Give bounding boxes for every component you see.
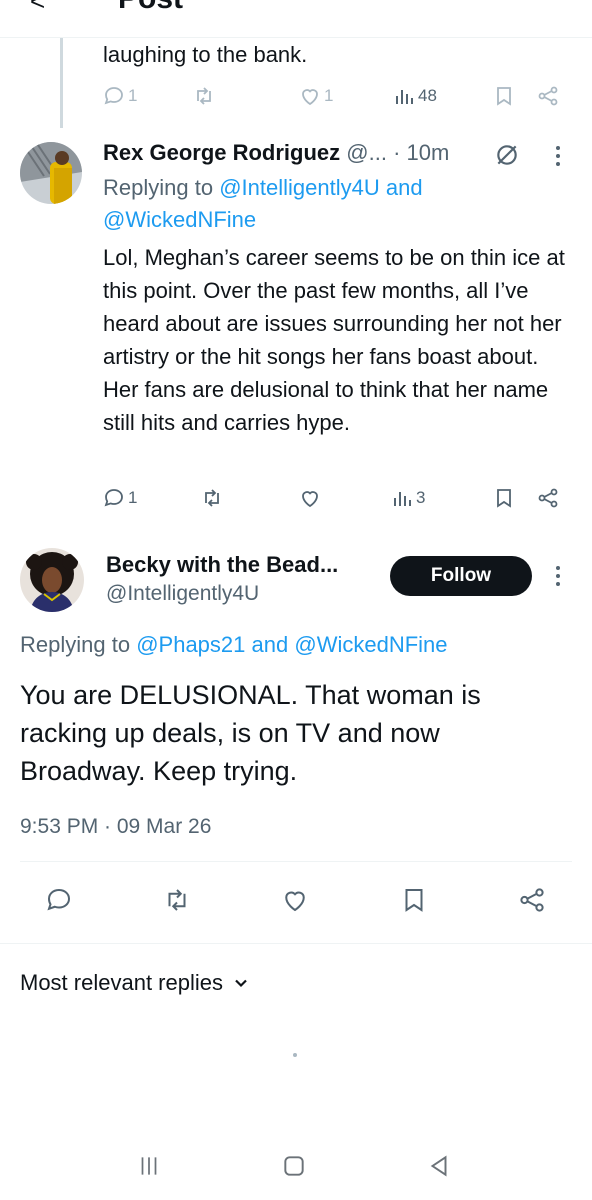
nav-home-icon — [284, 1156, 304, 1176]
reply-icon — [104, 489, 123, 507]
author-name[interactable]: Rex George Rodriguez — [103, 140, 340, 165]
mention-link[interactable]: @Phaps21 — [136, 632, 245, 657]
like-icon — [302, 491, 318, 508]
like-icon — [285, 891, 305, 912]
post-timestamp[interactable]: 9:53 PM · 09 Mar 26 — [20, 815, 211, 839]
retweet-icon — [168, 889, 186, 911]
retweet-button[interactable] — [162, 885, 192, 920]
main-author-name[interactable]: Becky with the Bead... — [106, 552, 338, 578]
reply-count: 1 — [128, 488, 138, 507]
thread-line — [60, 38, 63, 128]
replying-label: Replying to — [20, 632, 131, 657]
reply-actions: 1 3 — [100, 486, 570, 516]
divider — [0, 943, 592, 944]
nav-home-button[interactable] — [281, 1153, 307, 1184]
grok-icon[interactable] — [494, 142, 520, 168]
nav-recents-icon — [141, 1157, 157, 1175]
reply-button[interactable]: 1 — [102, 486, 137, 510]
reply-button[interactable]: 1 — [102, 84, 137, 108]
bookmark-icon — [405, 889, 423, 912]
reply-header: Rex George Rodriguez @... · 10m — [103, 140, 449, 166]
share-icon — [538, 488, 558, 508]
bookmark-button[interactable] — [492, 84, 516, 108]
divider — [20, 861, 572, 862]
and-text: and — [385, 175, 423, 200]
main-replying-to: Replying to @Phaps21 and @WickedNFine — [20, 632, 448, 658]
main-tweet-text: You are DELUSIONAL. That woman is rackin… — [20, 680, 481, 786]
author-handle[interactable]: @... — [346, 140, 387, 165]
reply-text: Lol, Meghan’s career seems to be on thin… — [103, 245, 565, 435]
mention-link[interactable]: @WickedNFine — [294, 632, 447, 657]
system-nav-bar — [0, 1135, 592, 1200]
like-button[interactable] — [298, 486, 322, 510]
views-count: 3 — [416, 488, 426, 507]
like-button[interactable] — [280, 885, 310, 920]
bookmark-icon — [497, 87, 511, 106]
bookmark-button[interactable] — [399, 885, 429, 920]
views-count: 48 — [418, 86, 437, 105]
like-count: 1 — [324, 86, 334, 105]
previous-tweet-actions: 1 1 48 — [100, 84, 570, 114]
nav-recents-button[interactable] — [136, 1153, 162, 1184]
sort-replies-dropdown[interactable]: Most relevant replies — [20, 970, 249, 996]
bookmark-button[interactable] — [492, 486, 516, 510]
bookmark-icon — [497, 489, 511, 508]
retweet-button[interactable] — [192, 84, 216, 108]
replying-to: Replying to @Intelligently4U and @Wicked… — [103, 172, 573, 236]
and-text: and — [251, 632, 289, 657]
more-icon[interactable] — [554, 146, 562, 166]
nav-back-button[interactable] — [426, 1153, 452, 1184]
like-button[interactable]: 1 — [298, 84, 333, 108]
share-icon — [538, 86, 558, 106]
retweet-button[interactable] — [200, 486, 224, 510]
share-icon — [520, 888, 544, 912]
views-button[interactable]: 48 — [392, 84, 437, 108]
retweet-icon — [205, 489, 219, 507]
main-author-handle[interactable]: @Intelligently4U — [106, 582, 259, 606]
chevron-down-icon — [235, 979, 247, 988]
replying-label: Replying to — [103, 175, 214, 200]
main-avatar[interactable] — [20, 548, 84, 612]
sort-label: Most relevant replies — [20, 970, 223, 995]
views-icon — [394, 492, 411, 506]
more-icon[interactable] — [554, 566, 562, 586]
page-title: Post — [118, 0, 183, 16]
retweet-icon — [197, 87, 211, 105]
previous-tweet-text: laughing to the bank. — [103, 42, 308, 67]
reply-icon — [104, 87, 123, 105]
share-button[interactable] — [536, 486, 560, 510]
nav-back-icon — [430, 1155, 447, 1177]
loading-indicator — [293, 1053, 297, 1057]
back-icon[interactable]: < — [30, 0, 45, 17]
mention-link[interactable]: @WickedNFine — [103, 207, 256, 232]
post-time: 10m — [406, 140, 450, 165]
mention-link[interactable]: @Intelligently4U — [219, 175, 380, 200]
reply-count: 1 — [128, 86, 138, 105]
avatar[interactable] — [20, 142, 82, 204]
main-tweet-actions — [0, 885, 592, 921]
top-bar: < Post — [0, 0, 592, 38]
separator: · — [393, 140, 401, 165]
views-button[interactable]: 3 — [390, 486, 425, 510]
like-icon — [302, 89, 318, 106]
share-button[interactable] — [517, 885, 547, 920]
reply-button[interactable] — [44, 885, 74, 920]
follow-button[interactable]: Follow — [390, 556, 532, 596]
views-icon — [396, 90, 413, 104]
share-button[interactable] — [536, 84, 560, 108]
reply-icon — [47, 888, 71, 911]
